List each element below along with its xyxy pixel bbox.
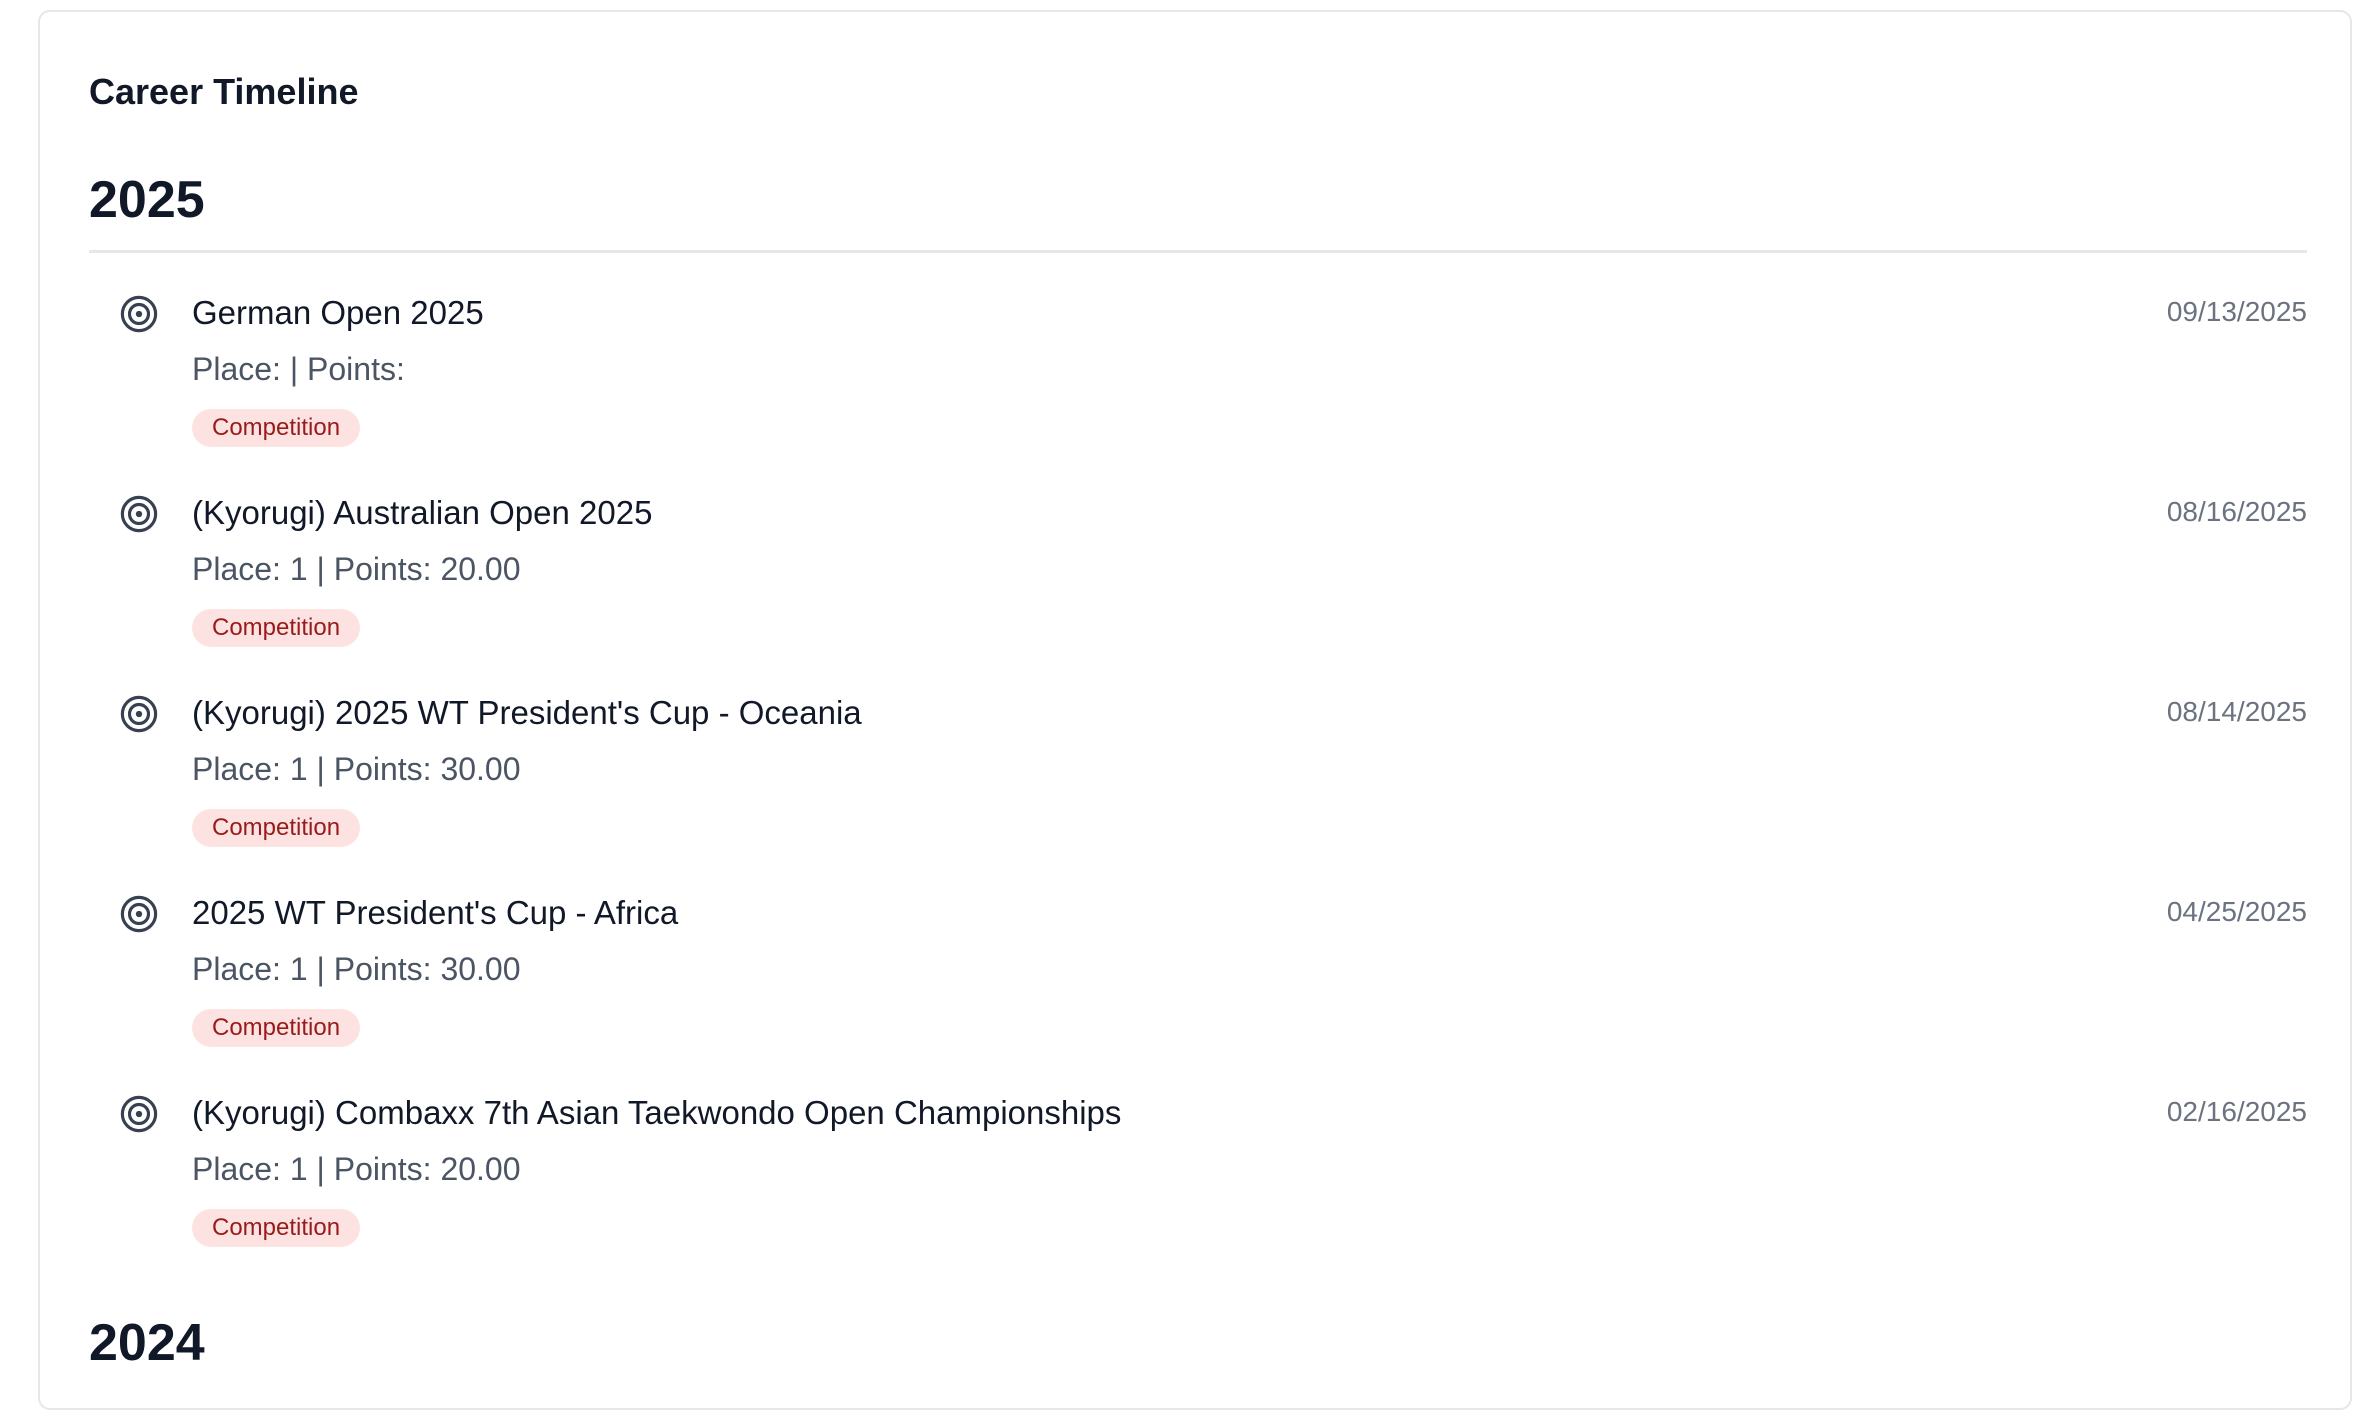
- event-type-badge: Competition: [192, 1009, 361, 1047]
- timeline-event[interactable]: 2025 WT President's Cup - Africa 04/25/2…: [89, 853, 2307, 1053]
- target-icon: [120, 695, 158, 733]
- event-meta: Place: 1 | Points: 30.00: [192, 951, 521, 987]
- year-heading-next: 2024: [89, 1314, 205, 1372]
- event-meta: Place: 1 | Points: 20.00: [192, 1151, 521, 1187]
- event-meta: Place: 1 | Points: 20.00: [192, 551, 521, 587]
- career-timeline-card: Career Timeline 2025 German Open 2025 09…: [38, 10, 2352, 1410]
- event-title: German Open 2025: [192, 294, 484, 331]
- timeline-event[interactable]: (Kyorugi) Combaxx 7th Asian Taekwondo Op…: [89, 1053, 2307, 1253]
- event-date: 08/14/2025: [2166, 696, 2307, 727]
- year-section-2025: 2025 German Open 2025 09/13/2025 Place: …: [89, 174, 2307, 1253]
- target-icon: [120, 1095, 158, 1133]
- target-icon: [120, 295, 158, 333]
- event-type-badge: Competition: [192, 1209, 361, 1247]
- event-meta: Place: 1 | Points: 30.00: [192, 751, 521, 787]
- event-title: 2025 WT President's Cup - Africa: [192, 894, 679, 931]
- event-date: 09/13/2025: [2166, 296, 2307, 327]
- target-icon: [120, 495, 158, 533]
- event-date: 08/16/2025: [2166, 496, 2307, 527]
- event-type-badge: Competition: [192, 809, 361, 847]
- event-date: 04/25/2025: [2166, 896, 2307, 927]
- event-title: (Kyorugi) Australian Open 2025: [192, 494, 653, 531]
- event-type-badge: Competition: [192, 409, 361, 447]
- timeline-event[interactable]: (Kyorugi) 2025 WT President's Cup - Ocea…: [89, 653, 2307, 853]
- target-icon: [120, 895, 158, 933]
- event-type-badge: Competition: [192, 609, 361, 647]
- timeline-event[interactable]: (Kyorugi) Australian Open 2025 08/16/202…: [89, 453, 2307, 653]
- year-heading: 2025: [89, 171, 205, 229]
- timeline-event[interactable]: German Open 2025 09/13/2025 Place: | Poi…: [89, 253, 2307, 453]
- event-title: (Kyorugi) 2025 WT President's Cup - Ocea…: [192, 694, 862, 731]
- event-title: (Kyorugi) Combaxx 7th Asian Taekwondo Op…: [192, 1094, 1122, 1131]
- event-meta: Place: | Points:: [192, 351, 405, 387]
- event-date: 02/16/2025: [2166, 1096, 2307, 1127]
- card-title: Career Timeline: [89, 71, 359, 112]
